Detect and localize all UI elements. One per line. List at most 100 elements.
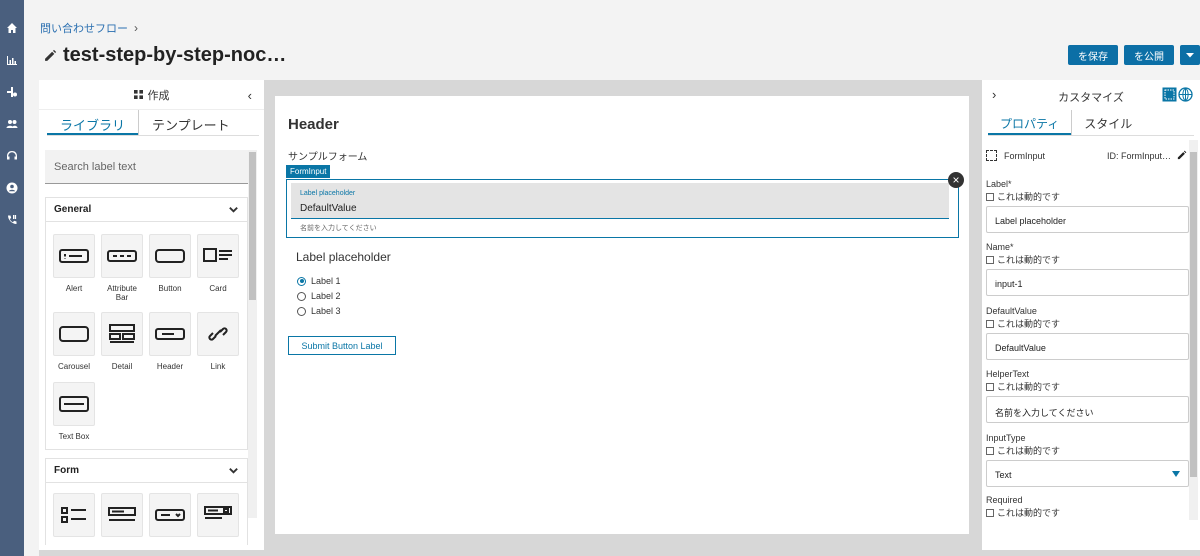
component-tile-label: Detail <box>111 362 133 371</box>
prop-name: Name* <box>986 242 1014 252</box>
remove-component-button[interactable]: × <box>948 172 964 188</box>
dynamic-checkbox[interactable] <box>986 319 994 328</box>
dynamic-label: これは動的です <box>997 508 1061 518</box>
component-tile-card[interactable]: Card <box>197 234 239 293</box>
component-tile-alert[interactable]: Alert <box>53 234 95 293</box>
phone-icon[interactable] <box>0 211 24 229</box>
grid-icon <box>133 90 143 99</box>
helper-text-field[interactable]: 名前を入力してください <box>986 396 1189 423</box>
form-header[interactable]: Header <box>288 116 339 133</box>
submit-button[interactable]: Submit Button Label <box>288 336 396 355</box>
radio-button[interactable] <box>297 306 306 316</box>
page-title: test-step-by-step-noc… <box>63 44 287 66</box>
attribute-bar-icon <box>107 250 137 262</box>
field-value: DefaultValue <box>300 203 357 214</box>
dynamic-checkbox[interactable] <box>986 446 994 455</box>
search-input[interactable]: Search label text <box>45 150 248 184</box>
caret-down-icon <box>1172 471 1180 477</box>
prop-name: Required <box>986 495 1023 505</box>
more-actions-button[interactable] <box>1180 45 1200 65</box>
category-title: Form <box>54 465 79 476</box>
properties-panel: › カスタマイズ プロパティ スタイル FormInput ID: FormIn… <box>982 80 1200 550</box>
account-icon[interactable] <box>0 179 24 197</box>
pencil-icon[interactable] <box>1177 150 1187 160</box>
form-subtitle[interactable]: サンプルフォーム <box>288 148 367 163</box>
properties-header: › カスタマイズ <box>982 85 1200 105</box>
card-icon <box>203 248 232 262</box>
component-tile-label: Carousel <box>57 362 90 371</box>
radio-option[interactable]: Label 3 <box>297 306 341 316</box>
breadcrumb: 問い合わせフロー › <box>40 20 138 36</box>
chart-icon[interactable] <box>0 51 24 69</box>
component-tile-text-box[interactable]: Text Box <box>53 382 95 441</box>
radio-option[interactable]: Label 2 <box>297 291 341 301</box>
breadcrumb-link[interactable]: 問い合わせフロー <box>40 20 128 36</box>
dynamic-checkbox[interactable] <box>986 192 994 201</box>
pencil-icon[interactable] <box>44 49 57 62</box>
component-tile-attribute-bar[interactable]: Attribute Bar <box>101 234 143 302</box>
radio-label: Label 2 <box>311 291 341 301</box>
library-scroll-area: Search label text General Alert Attribut… <box>45 150 252 545</box>
select-component-icon[interactable] <box>986 150 997 161</box>
dynamic-checkbox[interactable] <box>986 508 994 517</box>
desktop-preview-icon[interactable] <box>1162 87 1177 102</box>
component-info: FormInput ID: FormInput… <box>986 150 1189 164</box>
component-tile[interactable] <box>197 493 239 537</box>
properties-body: FormInput ID: FormInput… Label* これは動的です … <box>986 145 1189 520</box>
text-field[interactable]: Label placeholder DefaultValue <box>291 183 949 219</box>
flow-icon[interactable] <box>0 83 24 101</box>
category-header[interactable]: Form <box>46 459 247 483</box>
component-tile[interactable] <box>53 493 95 537</box>
tab-properties[interactable]: プロパティ <box>988 110 1072 135</box>
scrollbar-thumb[interactable] <box>249 152 256 300</box>
component-tile-detail[interactable]: Detail <box>101 312 143 371</box>
component-tile[interactable] <box>149 493 191 537</box>
component-tile-carousel[interactable]: Carousel <box>53 312 95 371</box>
globe-icon[interactable] <box>1178 87 1193 102</box>
tab-templates[interactable]: テンプレート <box>138 110 243 135</box>
collapse-panel-button[interactable]: ‹ <box>248 88 252 103</box>
dynamic-label: これは動的です <box>997 192 1061 202</box>
prop-helper-text: HelperText これは動的です 名前を入力してください <box>986 369 1189 423</box>
helper-text: 名前を入力してください <box>300 225 377 232</box>
category-header[interactable]: General <box>46 198 247 222</box>
save-button[interactable]: を保存 <box>1068 45 1118 65</box>
component-tile[interactable] <box>101 493 143 537</box>
name-field[interactable]: input-1 <box>986 269 1189 296</box>
library-scrollbar[interactable] <box>248 150 257 518</box>
selected-component-tag: FormInput <box>286 165 331 178</box>
radio-button[interactable] <box>297 291 306 301</box>
radio-button[interactable] <box>297 276 306 286</box>
scrollbar-thumb[interactable] <box>1190 152 1197 477</box>
field-label: Label placeholder <box>300 190 356 197</box>
tab-style[interactable]: スタイル <box>1071 110 1144 135</box>
component-tile-link[interactable]: Link <box>197 312 239 371</box>
component-tile-button[interactable]: Button <box>149 234 191 293</box>
properties-scrollbar[interactable] <box>1189 140 1198 520</box>
input-type-select[interactable]: Text <box>986 460 1189 487</box>
dynamic-label: これは動的です <box>997 446 1061 456</box>
tab-library[interactable]: ライブラリ <box>47 110 139 135</box>
date-input-icon <box>204 506 232 519</box>
prop-default-value: DefaultValue これは動的です DefaultValue <box>986 306 1189 360</box>
default-value-field[interactable]: DefaultValue <box>986 333 1189 360</box>
nav-rail <box>0 0 24 556</box>
radio-option[interactable]: Label 1 <box>297 276 341 286</box>
component-tile-label: Header <box>156 362 184 371</box>
checkbox-group-icon <box>61 507 86 523</box>
users-icon[interactable] <box>0 115 24 133</box>
home-icon[interactable] <box>0 19 24 37</box>
chevron-down-icon <box>229 468 238 474</box>
publish-button[interactable]: を公開 <box>1124 45 1174 65</box>
properties-tabs: プロパティ スタイル <box>988 110 1194 136</box>
component-tile-header[interactable]: Header <box>149 312 191 371</box>
headset-icon[interactable] <box>0 147 24 165</box>
prop-name-field: Name* これは動的です input-1 <box>986 242 1189 296</box>
button-icon <box>155 249 185 263</box>
dynamic-checkbox[interactable] <box>986 382 994 391</box>
label-field[interactable]: Label placeholder <box>986 206 1189 233</box>
form-input-component[interactable]: Label placeholder DefaultValue 名前を入力してくだ… <box>286 179 959 238</box>
dynamic-label: これは動的です <box>997 255 1061 265</box>
select-icon <box>155 509 185 521</box>
dynamic-checkbox[interactable] <box>986 255 994 264</box>
